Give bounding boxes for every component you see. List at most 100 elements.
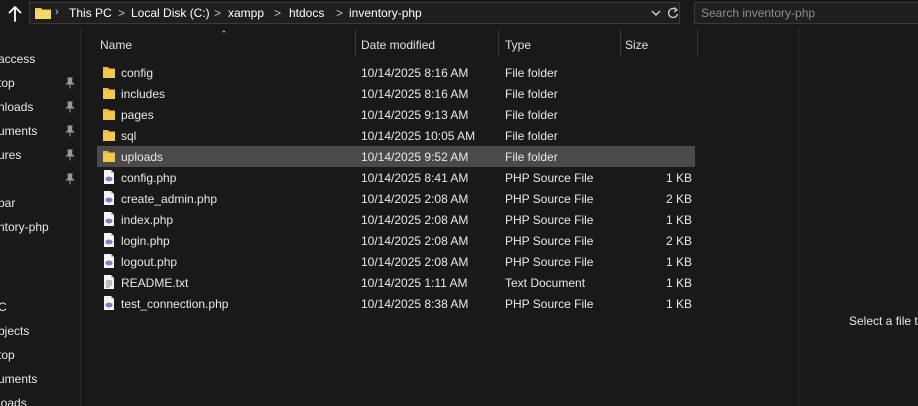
file-row[interactable]: test_connection.php 10/14/2025 8:38 AM PHP…	[97, 293, 695, 314]
nav-item-desktop[interactable]: top	[0, 73, 80, 93]
column-header-label: Name	[100, 38, 133, 52]
nav-item-pinned[interactable]	[0, 169, 80, 189]
address-bar-row: › This PC > Local Disk (C:) > xampp > ht…	[0, 0, 918, 28]
file-row[interactable]: login.php 10/14/2025 2:08 AM PHP Source Fi…	[97, 230, 695, 251]
file-date-modified: 10/14/2025 2:08 AM	[361, 213, 469, 227]
file-type: PHP Source File	[505, 192, 594, 206]
php-file-icon	[104, 296, 114, 310]
file-name: includes	[121, 87, 166, 101]
file-type: PHP Source File	[505, 297, 594, 311]
search-input[interactable]: Search inventory-php	[694, 2, 918, 24]
up-button[interactable]	[4, 3, 26, 25]
file-row[interactable]: includes 10/14/2025 8:16 AM File folder	[97, 83, 695, 104]
nav-item-bar[interactable]: bar	[0, 193, 80, 213]
column-header-label: Size	[625, 38, 649, 52]
nav-item-label: top	[0, 76, 15, 90]
address-field[interactable]: › This PC > Local Disk (C:) > xampp > ht…	[29, 2, 680, 24]
file-row[interactable]: index.php 10/14/2025 2:08 AM PHP Source Fi…	[97, 209, 695, 230]
file-date-modified: 10/14/2025 2:08 AM	[361, 192, 469, 206]
breadcrumb-separator[interactable]: >	[336, 6, 343, 20]
nav-item-3d-objects[interactable]: bjects	[0, 321, 80, 341]
nav-item-downloads[interactable]: nloads	[0, 97, 80, 117]
chevron-down-icon	[651, 10, 661, 16]
pin-icon	[65, 101, 75, 113]
address-history-dropdown[interactable]	[648, 5, 664, 21]
file-row[interactable]: sql 10/14/2025 10:05 AM File folder	[97, 125, 695, 146]
file-date-modified: 10/14/2025 9:13 AM	[361, 108, 469, 122]
file-date-modified: 10/14/2025 2:08 AM	[361, 255, 469, 269]
file-name: uploads	[121, 150, 164, 164]
folder-icon	[103, 151, 115, 162]
folder-icon	[103, 88, 115, 99]
column-header-size[interactable]: Size	[625, 28, 697, 58]
pin-icon	[65, 77, 75, 89]
php-file-icon	[104, 233, 114, 247]
nav-item-label: access	[0, 52, 36, 66]
file-row[interactable]: uploads 10/14/2025 9:52 AM File folder	[97, 146, 695, 167]
refresh-icon	[668, 7, 679, 19]
php-file-icon	[104, 254, 114, 268]
file-type: File folder	[505, 66, 558, 80]
nav-item-documents[interactable]: uments	[0, 121, 80, 141]
column-header-label: Type	[505, 38, 532, 52]
nav-item-quick-access[interactable]: access	[0, 49, 80, 69]
breadcrumb-xampp[interactable]: xampp	[228, 6, 264, 20]
file-name: logout.php	[121, 255, 178, 269]
file-date-modified: 10/14/2025 8:38 AM	[361, 297, 469, 311]
folder-icon	[103, 67, 115, 78]
nav-item-label: nloads	[0, 100, 34, 114]
column-header-label: Date modified	[361, 38, 436, 52]
file-name: sql	[121, 129, 137, 143]
breadcrumb-inventory-php[interactable]: inventory-php	[349, 6, 422, 20]
breadcrumb-local-disk[interactable]: Local Disk (C:)	[131, 6, 210, 20]
file-date-modified: 10/14/2025 8:41 AM	[361, 171, 469, 185]
file-row[interactable]: README.txt 10/14/2025 1:11 AM Text Documen…	[97, 272, 695, 293]
file-size: 1 KB	[665, 171, 692, 185]
file-row[interactable]: logout.php 10/14/2025 2:08 AM PHP Source F…	[97, 251, 695, 272]
nav-item-label: bar	[0, 196, 16, 210]
nav-item-label: uments	[0, 372, 38, 386]
file-size: 1 KB	[665, 297, 692, 311]
nav-item-label: C	[0, 300, 7, 314]
preview-pane: Select a file to	[798, 28, 918, 406]
nav-item-label: ntory-php	[0, 220, 49, 234]
file-type: File folder	[505, 108, 558, 122]
file-row[interactable]: pages 10/14/2025 9:13 AM File folder	[97, 104, 695, 125]
breadcrumb-separator[interactable]: >	[274, 6, 281, 20]
nav-item-documents-2[interactable]: uments	[0, 369, 80, 389]
file-date-modified: 10/14/2025 1:11 AM	[361, 276, 468, 290]
column-header-type[interactable]: Type	[505, 28, 620, 58]
file-row[interactable]: config 10/14/2025 8:16 AM File folder	[97, 62, 695, 83]
address-chevron-icon[interactable]: ›	[55, 6, 59, 18]
file-date-modified: 10/14/2025 8:16 AM	[361, 66, 469, 80]
folder-icon	[35, 8, 51, 19]
nav-item-downloads-2[interactable]: loads	[0, 393, 80, 406]
breadcrumb-this-pc[interactable]: This PC	[69, 6, 112, 20]
php-file-icon	[104, 170, 114, 184]
file-date-modified: 10/14/2025 2:08 AM	[361, 234, 469, 248]
text-file-icon	[104, 275, 114, 289]
column-divider[interactable]	[498, 30, 499, 56]
file-row[interactable]: config.php 10/14/2025 8:41 AM PHP Source F…	[97, 167, 695, 188]
nav-item-pictures[interactable]: ures	[0, 145, 80, 165]
file-name: config.php	[121, 171, 177, 185]
column-header-date-modified[interactable]: Date modified	[361, 28, 498, 58]
file-row[interactable]: create_admin.php 10/14/2025 2:08 AM PHP So…	[97, 188, 695, 209]
arrow-up-icon	[8, 6, 22, 22]
nav-item-desktop-2[interactable]: top	[0, 345, 80, 365]
breadcrumb-separator[interactable]: >	[118, 6, 125, 20]
file-size: 1 KB	[665, 276, 692, 290]
file-type: PHP Source File	[505, 171, 594, 185]
file-type: File folder	[505, 129, 558, 143]
column-divider[interactable]	[697, 30, 698, 56]
breadcrumb-htdocs[interactable]: htdocs	[289, 6, 324, 20]
refresh-button[interactable]	[666, 5, 680, 21]
column-divider[interactable]	[355, 30, 356, 56]
nav-item-this-pc[interactable]: C	[0, 297, 80, 317]
file-size: 2 KB	[665, 192, 692, 206]
nav-item-label: loads	[0, 396, 27, 406]
nav-item-inventory-php[interactable]: ntory-php	[0, 217, 80, 237]
file-name: test_connection.php	[121, 297, 229, 311]
breadcrumb-separator[interactable]: >	[214, 6, 221, 20]
column-divider[interactable]	[620, 30, 621, 56]
